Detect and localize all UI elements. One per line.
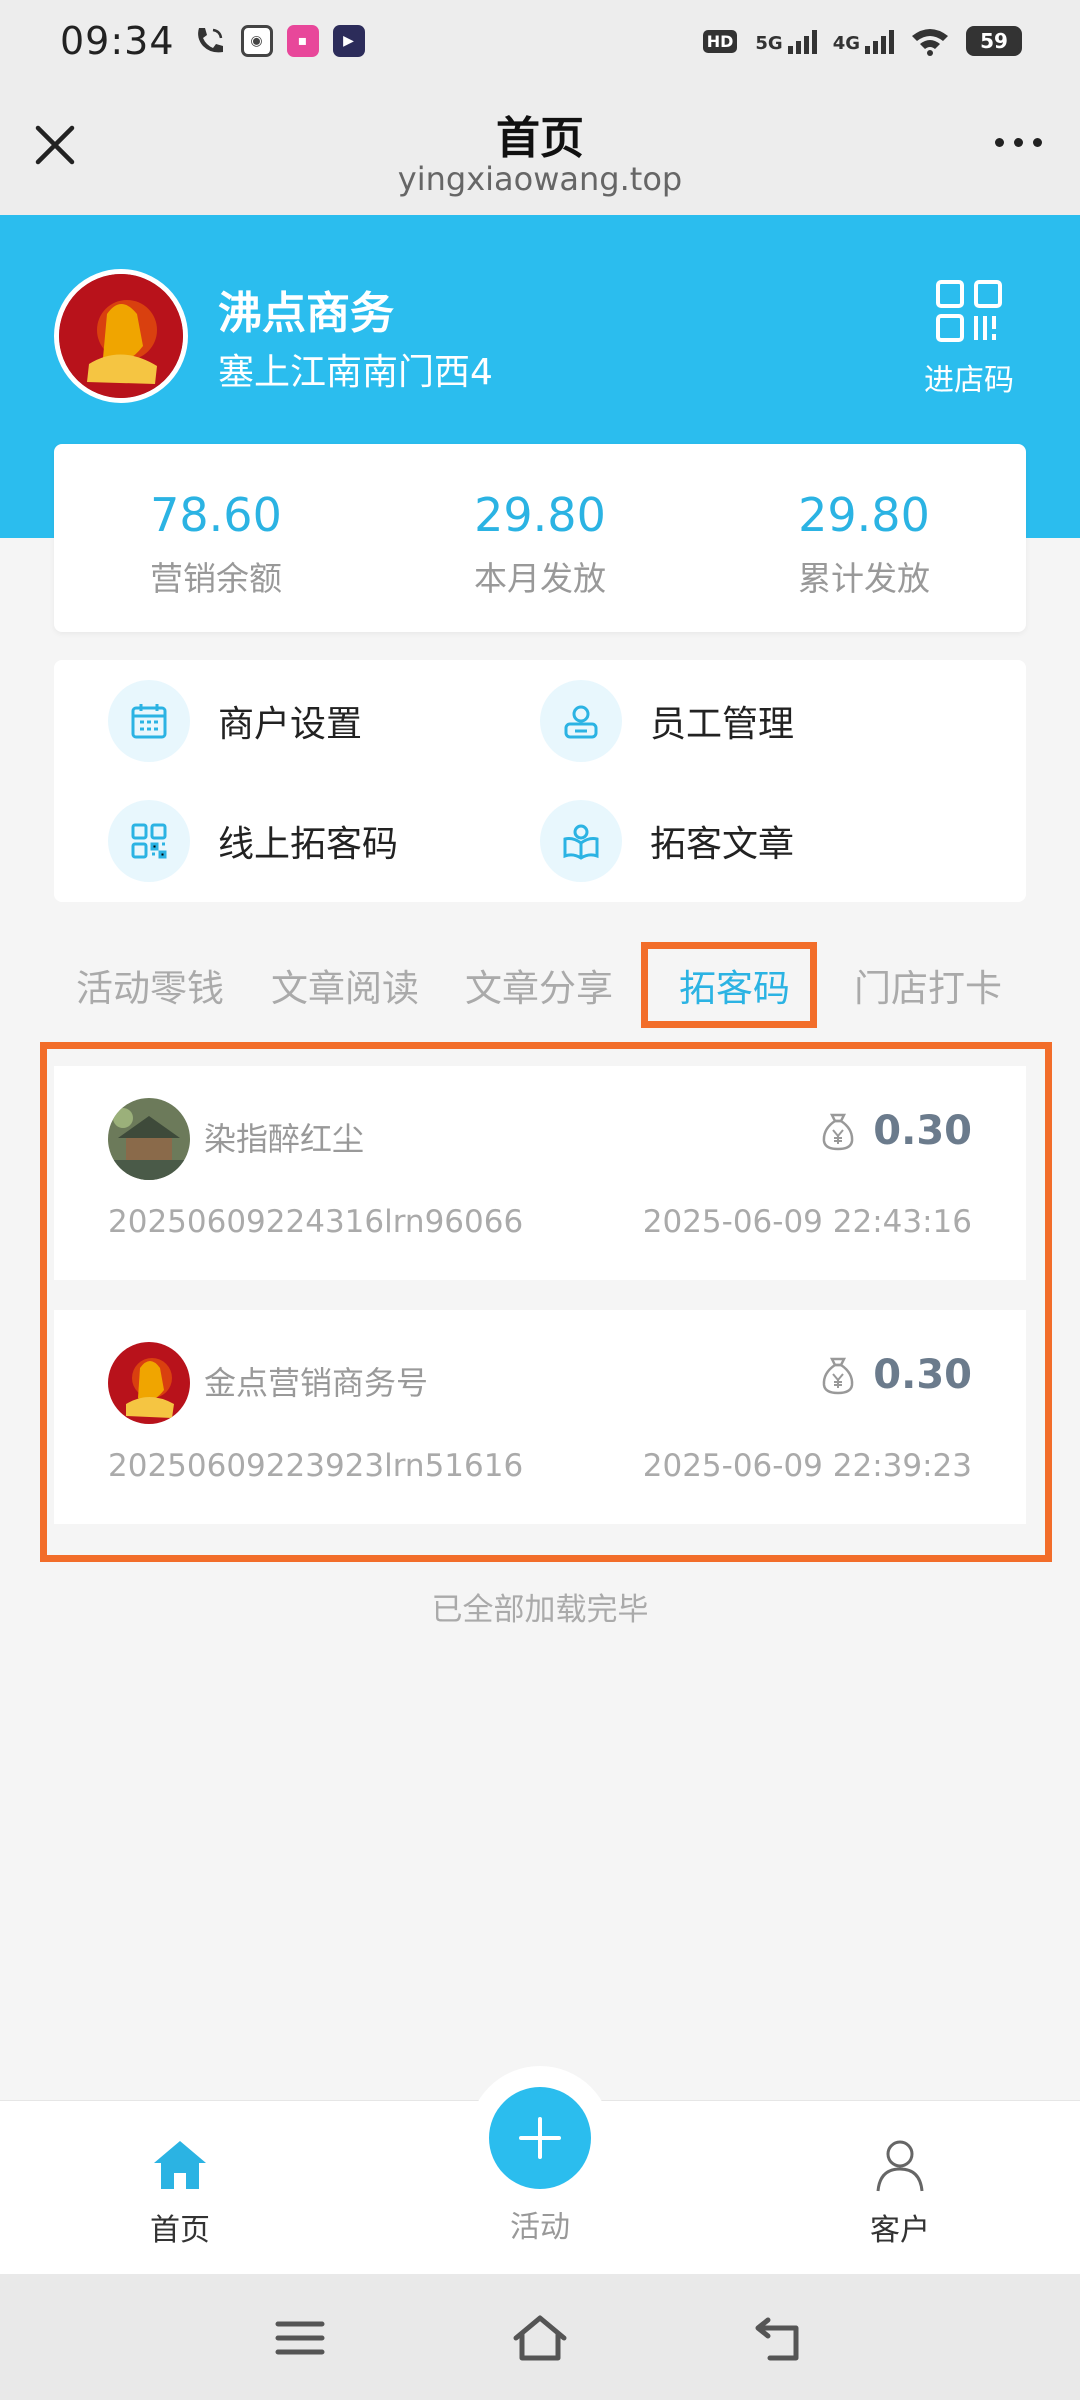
nav-customer[interactable]: 客户 — [800, 2137, 1000, 2249]
stat-label: 累计发放 — [798, 559, 930, 598]
status-right-icons: HD 5G 4G 59 — [702, 26, 1022, 56]
status-time: 09:34 — [60, 19, 175, 63]
qrcode-icon — [108, 800, 190, 882]
page-url: yingxiaowang.top — [397, 160, 683, 198]
avatar-image-icon — [59, 274, 183, 398]
shop-name: 沸点商务 — [218, 288, 394, 339]
more-options-icon[interactable] — [995, 138, 1042, 147]
stats-card: 78.60 营销余额 29.80 本月发放 29.80 累计发放 — [54, 444, 1026, 632]
back-icon[interactable] — [750, 2310, 810, 2366]
plus-icon — [519, 2117, 561, 2159]
calendar-icon — [108, 680, 190, 762]
shop-avatar — [54, 269, 188, 403]
system-nav-bar — [0, 2274, 1080, 2400]
stat-label: 本月发放 — [474, 559, 606, 598]
menu-label: 拓客文章 — [650, 824, 795, 865]
menu-staff-management[interactable]: 员工管理 — [540, 680, 794, 762]
person-card-icon — [540, 680, 622, 762]
stat-value: 78.60 — [150, 488, 282, 542]
stat-value: 29.80 — [798, 488, 930, 542]
menu-label: 商户设置 — [218, 704, 363, 745]
book-icon — [540, 800, 622, 882]
active-tab-highlight-box — [641, 942, 817, 1028]
add-activity-button[interactable] — [489, 2087, 591, 2189]
menu-online-qrcode[interactable]: 线上拓客码 — [108, 800, 398, 882]
signal-4g-icon: 4G — [833, 28, 894, 54]
battery-icon: 59 — [966, 26, 1022, 56]
page-title: 首页 — [496, 113, 584, 164]
title-bar: 首页 yingxiaowang.top — [0, 82, 1080, 215]
stat-total-issued[interactable]: 29.80 累计发放 — [702, 444, 1026, 632]
status-notification-icons: ◉ ▪ ▶ — [193, 24, 365, 58]
stat-marketing-balance[interactable]: 78.60 营销余额 — [54, 444, 378, 632]
menu-icon[interactable] — [270, 2310, 330, 2366]
tab-bar: 活动零钱 文章阅读 文章分享 拓客码 门店打卡 — [0, 930, 1080, 1030]
tab-store-checkin[interactable]: 门店打卡 — [854, 958, 1002, 1012]
nav-home[interactable]: 首页 — [80, 2137, 280, 2249]
wifi-icon — [912, 29, 948, 56]
nav-activity-label[interactable]: 活动 — [440, 2202, 640, 2246]
stat-value: 29.80 — [474, 488, 606, 542]
stat-label: 营销余额 — [150, 559, 282, 598]
app-play-icon: ▶ — [332, 25, 365, 57]
wifi-call-icon — [197, 28, 223, 53]
status-bar: 09:34 ◉ ▪ ▶ HD 5G 4G 59 — [0, 0, 1080, 82]
store-qrcode-label: 进店码 — [924, 363, 1014, 398]
user-icon — [876, 2140, 924, 2192]
home-button-icon[interactable] — [510, 2310, 570, 2366]
menu-merchant-settings[interactable]: 商户设置 — [108, 680, 362, 762]
store-qrcode-button[interactable]: 进店码 — [914, 279, 1024, 399]
list-end-message: 已全部加载完毕 — [431, 1592, 649, 1628]
nav-label: 首页 — [150, 2213, 210, 2248]
home-icon — [154, 2141, 206, 2189]
app-pink-icon: ▪ — [286, 25, 319, 57]
shop-address: 塞上江南南门西4 — [218, 352, 493, 393]
records-highlight-box — [40, 1042, 1052, 1562]
tab-article-reading[interactable]: 文章阅读 — [271, 958, 419, 1012]
tab-activity-cash[interactable]: 活动零钱 — [76, 958, 224, 1012]
stat-monthly-issued[interactable]: 29.80 本月发放 — [378, 444, 702, 632]
signal-5g-icon: 5G — [755, 28, 817, 54]
hd-icon: HD — [702, 29, 738, 53]
nav-label: 客户 — [870, 2213, 930, 2248]
app-notification-icon: ◉ — [240, 25, 273, 57]
menu-label: 线上拓客码 — [218, 824, 399, 865]
tab-article-sharing[interactable]: 文章分享 — [465, 958, 613, 1012]
menu-articles[interactable]: 拓客文章 — [540, 800, 794, 882]
menu-card: 商户设置 员工管理 线上拓客码 拓客文章 — [54, 660, 1026, 902]
qrcode-icon — [936, 280, 1002, 342]
menu-label: 员工管理 — [650, 704, 795, 745]
